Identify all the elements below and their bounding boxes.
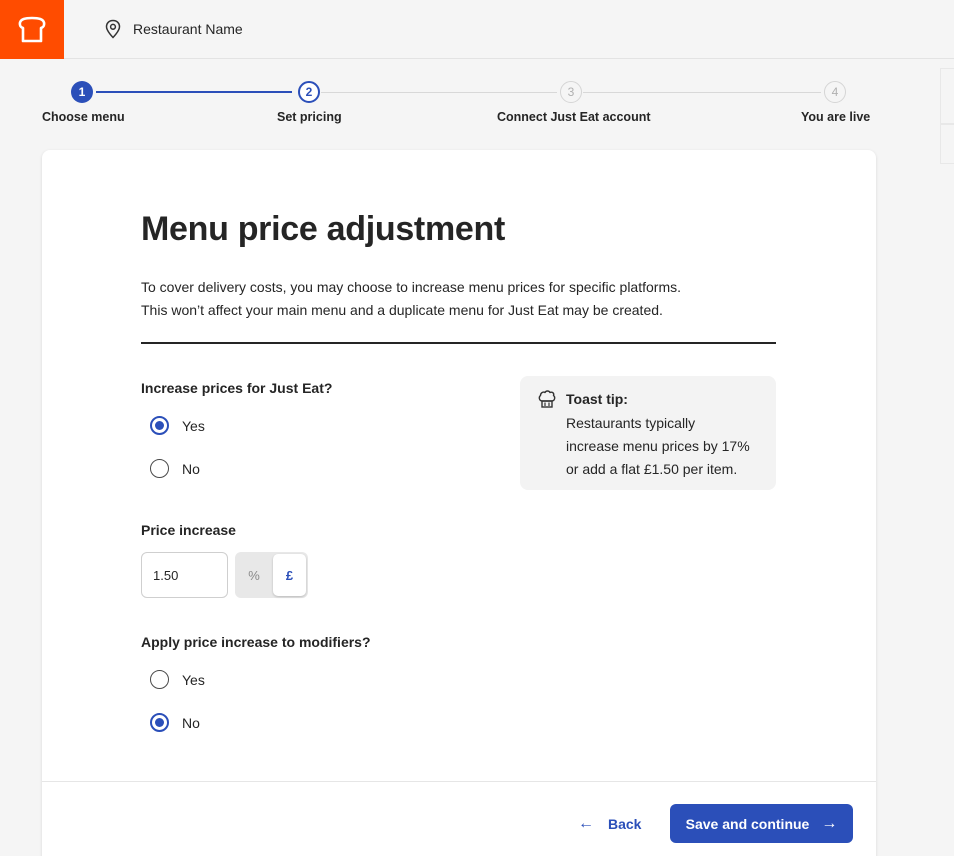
step-4-indicator: 4 [824,81,846,103]
increase-yes-option[interactable]: Yes [150,416,205,435]
unit-pound-option[interactable]: £ [273,554,306,596]
back-button[interactable]: ← Back [578,812,641,836]
radio-label: No [182,714,200,731]
page-description: To cover delivery costs, you may choose … [141,276,761,322]
tip-line: Restaurants typically [566,415,696,431]
modifiers-yes-radio[interactable] [150,670,169,689]
location-pin-icon [105,19,121,39]
step-connector-1 [96,91,292,93]
toast-logo[interactable] [0,0,64,59]
save-button-label: Save and continue [685,815,810,832]
page-title: Menu price adjustment [141,210,505,248]
step-3-indicator: 3 [560,81,582,103]
arrow-right-icon: → [821,814,838,832]
step-2-indicator: 2 [298,81,320,103]
top-bar: Restaurant Name [0,0,954,59]
toast-logo-icon [18,16,46,42]
modifiers-no-radio[interactable] [150,713,169,732]
tip-body: Restaurants typically increase menu pric… [566,412,766,481]
tip-line: increase menu prices by 17% [566,438,750,454]
step-3-label: Connect Just Eat account [497,110,651,124]
increase-yes-radio[interactable] [150,416,169,435]
step-2-label: Set pricing [277,110,342,124]
step-connector-3 [583,92,821,93]
step-1-indicator: 1 [71,81,93,103]
modifiers-question: Apply price increase to modifiers? [141,634,371,650]
background-decoration [940,124,954,164]
arrow-left-icon: ← [578,815,594,832]
pricing-card: Menu price adjustment To cover delivery … [42,150,876,856]
section-divider [141,342,776,344]
step-1-label: Choose menu [42,110,125,124]
save-and-continue-button[interactable]: Save and continue → [670,804,853,843]
tip-line: or add a flat £1.50 per item. [566,461,738,477]
modifiers-yes-option[interactable]: Yes [150,670,205,689]
card-footer-divider [42,781,876,782]
background-decoration [940,68,954,124]
tip-title: Toast tip: [566,391,628,407]
unit-percent-option[interactable]: % [235,552,273,598]
description-line: This won’t affect your main menu and a d… [141,302,663,318]
chef-hat-icon [538,390,556,408]
radio-label: Yes [182,417,205,434]
toast-tip-box: Toast tip: Restaurants typically increas… [520,376,776,490]
increase-no-radio[interactable] [150,459,169,478]
step-4-label: You are live [801,110,871,124]
step-connector-2 [321,92,557,93]
increase-no-option[interactable]: No [150,459,200,478]
restaurant-name[interactable]: Restaurant Name [133,21,243,37]
price-increase-label: Price increase [141,522,236,538]
modifiers-no-option[interactable]: No [150,713,200,732]
price-increase-input[interactable]: 1.50 [141,552,228,598]
description-line: To cover delivery costs, you may choose … [141,279,681,295]
radio-label: No [182,460,200,477]
radio-label: Yes [182,671,205,688]
unit-toggle: % £ [235,552,308,598]
increase-prices-question: Increase prices for Just Eat? [141,380,333,396]
back-button-label: Back [608,816,642,832]
